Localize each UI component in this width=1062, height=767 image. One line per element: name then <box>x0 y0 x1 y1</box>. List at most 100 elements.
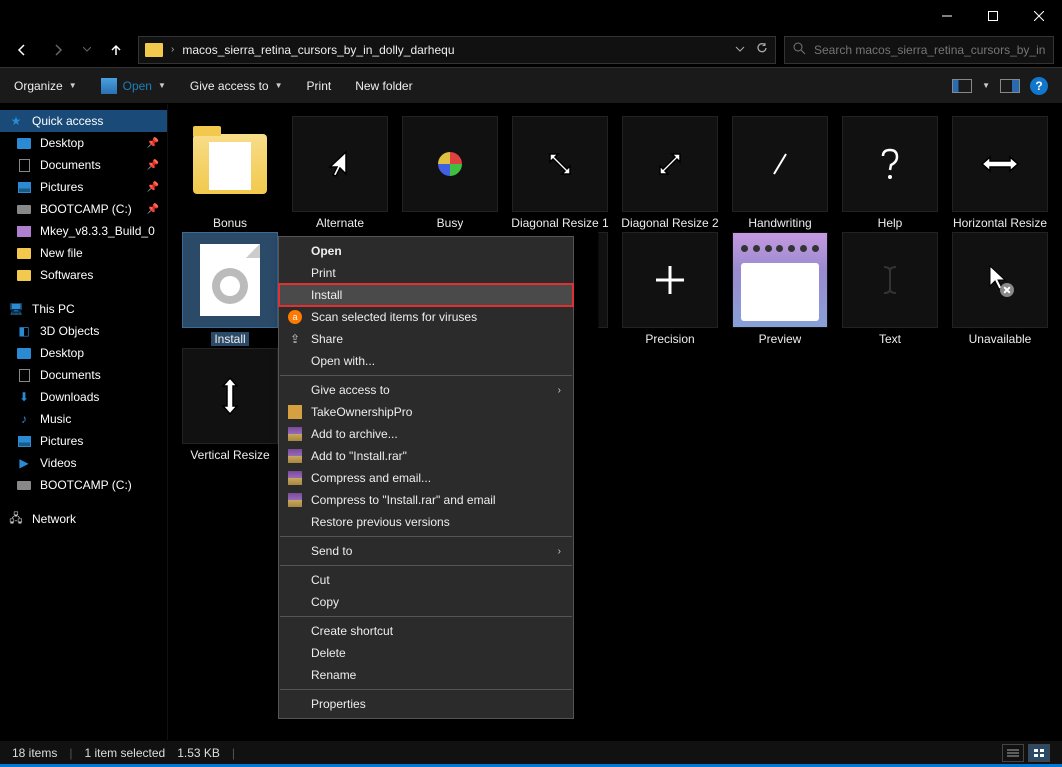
item-busy[interactable]: Busy <box>396 116 504 230</box>
sidebar-item-3dobjects[interactable]: ◧3D Objects <box>0 320 167 342</box>
ctx-copy[interactable]: Copy <box>279 591 573 613</box>
sidebar-quick-access[interactable]: ★ Quick access <box>0 110 167 132</box>
item-text[interactable]: Text <box>836 232 944 346</box>
folder-icon <box>17 226 31 237</box>
resize-h-icon <box>978 152 1022 176</box>
sidebar-item-pc-desktop[interactable]: Desktop <box>0 342 167 364</box>
ctx-give-access[interactable]: Give access to› <box>279 379 573 401</box>
item-vresize[interactable]: Vertical Resize <box>176 348 284 462</box>
pen-icon <box>760 144 800 184</box>
inf-file-icon <box>200 244 260 316</box>
sidebar-label: Pictures <box>40 180 83 194</box>
forward-button[interactable] <box>44 36 72 64</box>
ctx-properties[interactable]: Properties <box>279 693 573 715</box>
sidebar-item-videos[interactable]: ▶Videos <box>0 452 167 474</box>
sidebar-item-music[interactable]: ♪Music <box>0 408 167 430</box>
sidebar-item-bootcamp[interactable]: BOOTCAMP (C:)📌 <box>0 198 167 220</box>
item-unavailable[interactable]: Unavailable <box>946 232 1054 346</box>
help-icon <box>877 146 903 182</box>
separator <box>280 375 572 376</box>
sidebar-item-pc-bootcamp[interactable]: BOOTCAMP (C:) <box>0 474 167 496</box>
sidebar-label: Videos <box>40 456 76 470</box>
sidebar-this-pc[interactable]: 🖥This PC <box>0 298 167 320</box>
ctx-share[interactable]: ⇪Share <box>279 328 573 350</box>
ctx-install[interactable]: Install <box>279 284 573 306</box>
ctx-restore[interactable]: Restore previous versions <box>279 511 573 533</box>
sidebar-item-mkey[interactable]: Mkey_v8.3.3_Build_0 <box>0 220 167 242</box>
ctx-delete[interactable]: Delete <box>279 642 573 664</box>
ctx-send-to[interactable]: Send to› <box>279 540 573 562</box>
item-handwriting[interactable]: Handwriting <box>726 116 834 230</box>
new-folder-button[interactable]: New folder <box>355 79 412 93</box>
item-install[interactable]: Install <box>176 232 284 346</box>
item-preview[interactable]: Preview <box>726 232 834 346</box>
up-button[interactable] <box>102 36 130 64</box>
item-help[interactable]: Help <box>836 116 944 230</box>
organize-menu[interactable]: Organize▼ <box>14 79 77 93</box>
sidebar-item-softwares[interactable]: Softwares <box>0 264 167 286</box>
search-input[interactable] <box>814 43 1045 57</box>
minimize-button[interactable] <box>924 0 970 32</box>
separator: | <box>232 746 235 760</box>
desktop-icon <box>17 138 31 149</box>
sidebar-item-desktop[interactable]: Desktop📌 <box>0 132 167 154</box>
address-bar[interactable]: › macos_sierra_retina_cursors_by_in_doll… <box>138 36 776 64</box>
ctx-scan[interactable]: aScan selected items for viruses <box>279 306 573 328</box>
close-button[interactable] <box>1016 0 1062 32</box>
print-button[interactable]: Print <box>307 79 332 93</box>
ctx-label: Add to "Install.rar" <box>311 449 407 463</box>
sidebar-item-pictures[interactable]: Pictures📌 <box>0 176 167 198</box>
ctx-take-ownership[interactable]: TakeOwnershipPro <box>279 401 573 423</box>
back-button[interactable] <box>8 36 36 64</box>
item-diag1[interactable]: Diagonal Resize 1 <box>506 116 614 230</box>
sidebar-item-pc-documents[interactable]: Documents <box>0 364 167 386</box>
ctx-label: Share <box>311 332 343 346</box>
recent-dropdown[interactable] <box>80 36 94 64</box>
ctx-label: Open <box>311 244 342 258</box>
print-label: Print <box>307 79 332 93</box>
preview-pane-button[interactable] <box>1000 79 1020 93</box>
search-icon <box>793 42 806 58</box>
ctx-print[interactable]: Print <box>279 262 573 284</box>
sidebar-label: BOOTCAMP (C:) <box>40 478 132 492</box>
item-alternate[interactable]: Alternate <box>286 116 394 230</box>
sidebar-item-pc-pictures[interactable]: Pictures <box>0 430 167 452</box>
item-precision[interactable]: Precision <box>616 232 724 346</box>
details-view-button[interactable] <box>1002 744 1024 762</box>
item-bonus[interactable]: Bonus <box>176 116 284 230</box>
view-dropdown[interactable]: ▼ <box>982 81 990 90</box>
refresh-button[interactable] <box>755 41 769 58</box>
address-dropdown-icon[interactable] <box>735 41 745 58</box>
organize-label: Organize <box>14 79 63 93</box>
thumbnails-view-button[interactable] <box>1028 744 1050 762</box>
item-diag2[interactable]: Diagonal Resize 2 <box>616 116 724 230</box>
sidebar-item-documents[interactable]: Documents📌 <box>0 154 167 176</box>
give-access-menu[interactable]: Give access to▼ <box>190 79 283 93</box>
sidebar-item-downloads[interactable]: ⬇Downloads <box>0 386 167 408</box>
ctx-compress-email[interactable]: Compress and email... <box>279 467 573 489</box>
titlebar <box>0 0 1062 32</box>
ctx-add-rar[interactable]: Add to "Install.rar" <box>279 445 573 467</box>
thispc-label: This PC <box>32 302 75 316</box>
view-menu[interactable] <box>952 79 972 93</box>
item-label: Horizontal Resize <box>953 216 1047 230</box>
sidebar-network[interactable]: 🖧Network <box>0 508 167 530</box>
ctx-open-with[interactable]: Open with... <box>279 350 573 372</box>
sidebar-label: Documents <box>40 368 101 382</box>
address-path[interactable]: macos_sierra_retina_cursors_by_in_dolly_… <box>182 43 454 57</box>
open-button[interactable]: Open▼ <box>101 78 166 94</box>
document-icon <box>19 369 30 382</box>
pictures-icon <box>18 436 31 447</box>
help-button[interactable]: ? <box>1030 77 1048 95</box>
separator <box>280 689 572 690</box>
ctx-cut[interactable]: Cut <box>279 569 573 591</box>
item-hresize[interactable]: Horizontal Resize <box>946 116 1054 230</box>
maximize-button[interactable] <box>970 0 1016 32</box>
ctx-create-shortcut[interactable]: Create shortcut <box>279 620 573 642</box>
ctx-add-archive[interactable]: Add to archive... <box>279 423 573 445</box>
ctx-open[interactable]: Open <box>279 240 573 262</box>
sidebar-item-newfile[interactable]: New file <box>0 242 167 264</box>
search-box[interactable] <box>784 36 1054 64</box>
ctx-rename[interactable]: Rename <box>279 664 573 686</box>
ctx-compress-rar-email[interactable]: Compress to "Install.rar" and email <box>279 489 573 511</box>
